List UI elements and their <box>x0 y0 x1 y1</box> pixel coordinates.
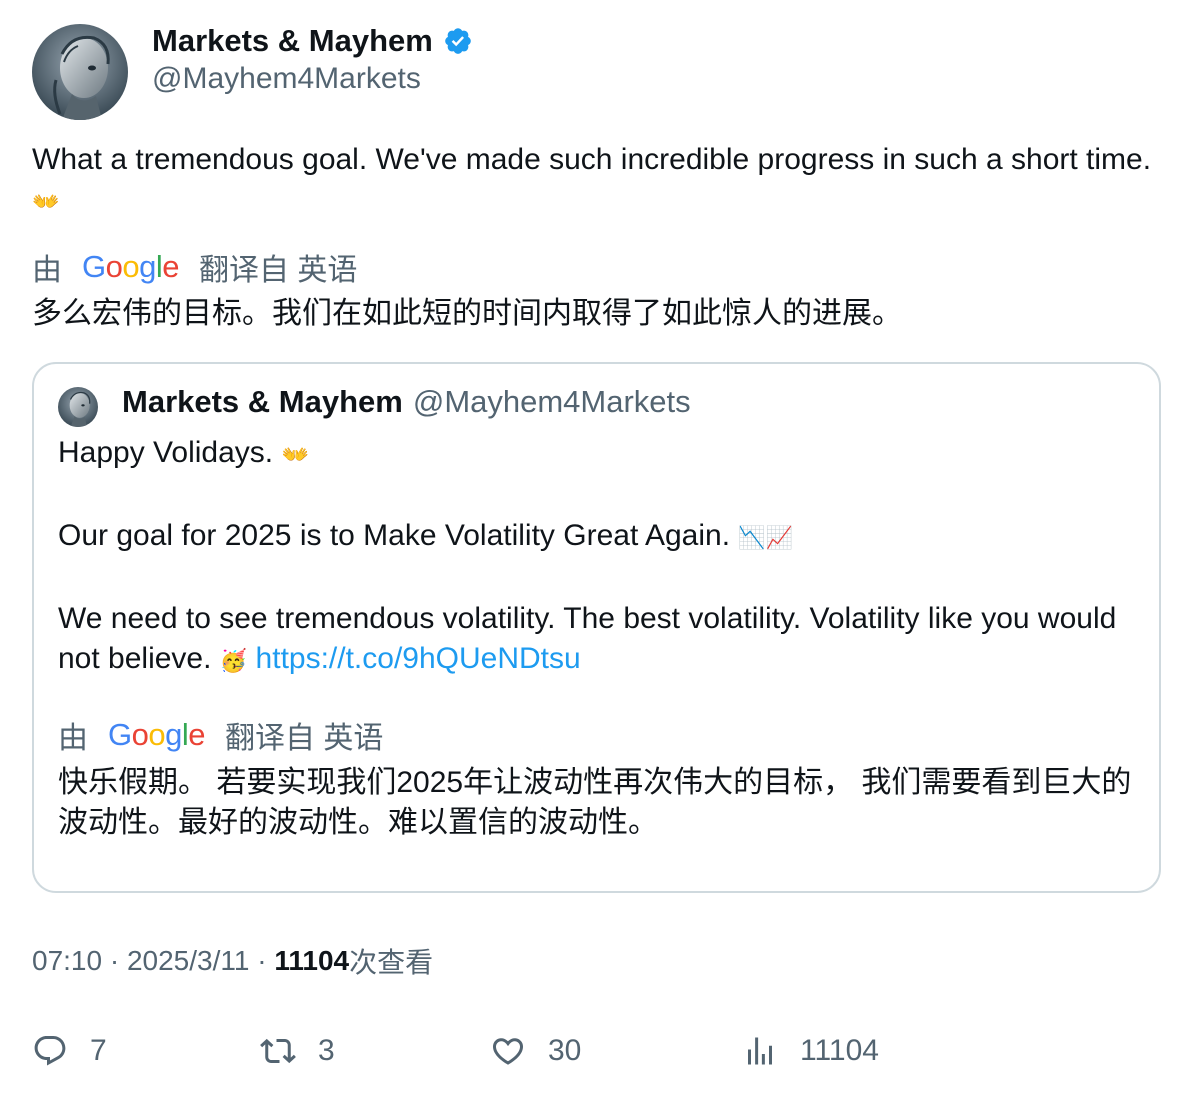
google-logo: Google <box>82 249 180 284</box>
quoted-line-2: Our goal for 2025 is to Make Volatility … <box>58 519 731 552</box>
open-hands-emoji: 👐 <box>32 190 60 215</box>
robot-avatar-icon <box>32 24 128 120</box>
tweet-time[interactable]: 07:10 <box>32 945 102 977</box>
author-handle[interactable]: @Mayhem4Markets <box>152 62 473 96</box>
tweet-meta: 07:10 · 2025/3/11 · 11104 次查看 <box>32 941 433 981</box>
tweet-translation: 多么宏伟的目标。我们在如此短的时间内取得了如此惊人的进展。 <box>32 297 902 330</box>
like-button[interactable]: 30 <box>490 1028 581 1074</box>
views-button[interactable]: 11104 <box>742 1028 879 1074</box>
heart-icon <box>492 1038 524 1065</box>
retweet-icon <box>260 1038 296 1064</box>
tweet-date[interactable]: 2025/3/11 <box>127 945 250 977</box>
translation-suffix: 翻译自 英语 <box>225 722 384 755</box>
open-hands-emoji: 👐 <box>281 443 309 468</box>
analytics-icon <box>748 1037 772 1065</box>
action-bar: 7 3 30 11104 <box>0 1028 1196 1074</box>
reply-button[interactable]: 7 <box>32 1028 107 1074</box>
verified-badge-icon[interactable] <box>443 26 473 56</box>
quoted-translation: 快乐假期。 若要实现我们2025年让波动性再次伟大的目标， 我们需要看到巨大的波… <box>58 766 1132 839</box>
retweet-button[interactable]: 3 <box>260 1028 335 1074</box>
chart-emoji: 📉📈 <box>738 526 794 551</box>
quoted-line-1: Happy Volidays. <box>58 436 274 469</box>
quoted-author: Markets & Mayhem @Mayhem4Markets <box>122 382 691 422</box>
reply-icon <box>34 1036 66 1066</box>
translation-prefix: 由 <box>32 254 62 287</box>
meta-separator: · <box>257 945 267 976</box>
avatar[interactable] <box>32 24 128 120</box>
quoted-handle: @Mayhem4Markets <box>412 384 691 419</box>
robot-avatar-icon <box>58 387 98 427</box>
translation-attribution[interactable]: 由 Google 翻译自 英语 <box>32 247 357 287</box>
views-count: 11104 <box>800 1034 879 1067</box>
meta-separator: · <box>109 945 120 976</box>
view-count-label: 次查看 <box>349 947 434 978</box>
quoted-display-name: Markets & Mayhem <box>122 384 403 419</box>
author-block: Markets & Mayhem @Mayhem4Markets <box>152 22 473 96</box>
like-count: 30 <box>548 1034 582 1067</box>
reply-count: 7 <box>90 1034 107 1067</box>
quoted-avatar <box>58 387 98 427</box>
quoted-link[interactable]: https://t.co/9hQUeNDtsu <box>256 642 581 675</box>
translation-prefix: 由 <box>58 722 88 755</box>
author-display-name[interactable]: Markets & Mayhem <box>152 23 433 59</box>
google-logo: Google <box>108 717 206 752</box>
tweet-text: What a tremendous goal. We've made such … <box>32 140 1167 223</box>
quoted-line-3: We need to see tremendous volatility. Th… <box>58 602 1117 675</box>
view-count: 11104 <box>274 945 350 976</box>
quoted-text: Happy Volidays. 👐 Our goal for 2025 is t… <box>58 433 1148 682</box>
quoted-translation-attribution[interactable]: 由 Google 翻译自 英语 <box>58 715 383 755</box>
tweet-body: What a tremendous goal. We've made such … <box>32 143 1152 176</box>
party-face-emoji: 🥳 <box>219 649 248 674</box>
translation-suffix: 翻译自 英语 <box>199 254 358 287</box>
retweet-count: 3 <box>318 1034 335 1067</box>
